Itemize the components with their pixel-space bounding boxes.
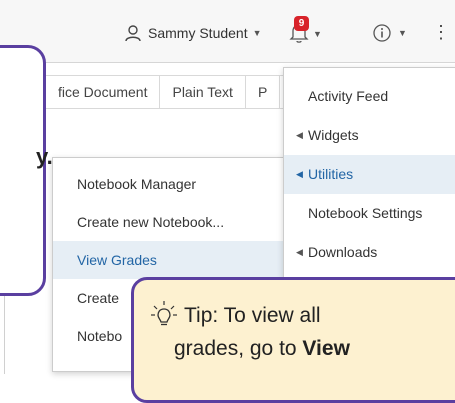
- top-bar: Sammy Student ▼ 9 ▼ ▼ ⋮: [0, 0, 455, 63]
- menu-item-downloads[interactable]: ◀ Downloads: [284, 233, 455, 272]
- tip-box: Tip: To view all grades, go to View: [131, 277, 455, 403]
- tab-plain-text[interactable]: Plain Text: [160, 76, 246, 108]
- submenu-item-notebook-manager[interactable]: Notebook Manager: [53, 165, 283, 203]
- more-dropdown-menu: Activity Feed ◀ Widgets ◀ Utilities Note…: [283, 67, 455, 279]
- user-name: Sammy Student: [148, 25, 248, 41]
- menu-item-label: Notebook Settings: [308, 205, 423, 221]
- callout-text: y.: [36, 144, 53, 169]
- menu-item-label: Utilities: [308, 166, 354, 182]
- chevron-left-icon: ◀: [296, 130, 303, 140]
- menu-item-label: Widgets: [308, 127, 359, 143]
- chevron-left-icon: ◀: [296, 247, 303, 257]
- menu-item-label: Activity Feed: [308, 88, 389, 104]
- chevron-down-icon: ▼: [313, 29, 322, 39]
- menu-item-label: Downloads: [308, 244, 378, 260]
- chevron-down-icon: ▼: [398, 28, 407, 38]
- tip-line-2: grades, go to View: [174, 337, 350, 361]
- chevron-down-icon: ▼: [252, 28, 262, 38]
- lightbulb-icon: [151, 301, 177, 326]
- notifications-button[interactable]: 9: [288, 16, 310, 49]
- submenu-item-view-grades[interactable]: View Grades: [53, 241, 283, 279]
- menu-item-utilities[interactable]: ◀ Utilities: [284, 155, 455, 194]
- menu-item-notebook-settings[interactable]: Notebook Settings: [284, 194, 455, 233]
- tip-line-2-bold: View: [302, 337, 350, 360]
- menu-item-widgets[interactable]: ◀ Widgets: [284, 116, 455, 155]
- chevron-left-icon: ◀: [296, 169, 303, 179]
- menu-item-activity-feed[interactable]: Activity Feed: [284, 77, 455, 116]
- instruction-callout: [0, 45, 46, 296]
- tab-partial[interactable]: P: [246, 76, 281, 108]
- info-icon: [373, 24, 391, 42]
- user-icon: [125, 25, 141, 42]
- user-menu[interactable]: Sammy Student ▼: [124, 24, 262, 42]
- tip-line-2-text: grades, go to: [174, 337, 303, 360]
- tip-line-1: Tip: To view all: [184, 304, 321, 327]
- submenu-item-create-notebook[interactable]: Create new Notebook...: [53, 203, 283, 241]
- notification-badge: 9: [294, 16, 309, 31]
- help-menu[interactable]: ▼: [372, 23, 407, 43]
- more-menu-icon[interactable]: ⋮: [432, 23, 450, 41]
